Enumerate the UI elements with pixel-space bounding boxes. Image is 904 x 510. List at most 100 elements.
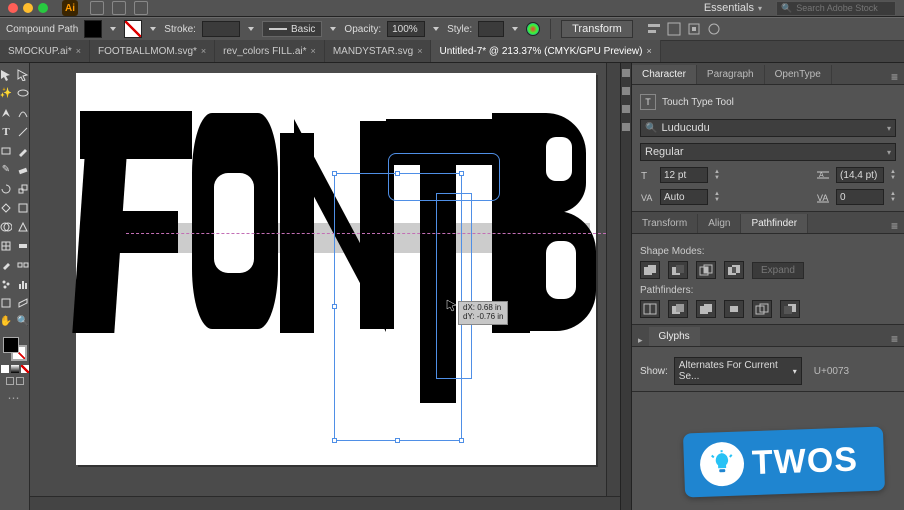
gradient-tool[interactable] [17, 239, 30, 252]
direct-selection-tool[interactable] [17, 68, 30, 81]
bridge-icon[interactable] [90, 1, 104, 15]
rotate-tool[interactable] [0, 182, 13, 195]
symbol-sprayer-tool[interactable] [0, 277, 13, 290]
exclude-button[interactable] [724, 261, 744, 279]
minus-back-button[interactable] [780, 300, 800, 318]
stock-search-input[interactable] [796, 3, 891, 13]
workspace-switcher[interactable]: Essentials ▾ [704, 2, 762, 14]
resize-handle[interactable] [459, 438, 464, 443]
screen-mode-normal[interactable] [6, 377, 14, 385]
stroke-dropdown[interactable] [148, 20, 158, 38]
stroke-weight-field[interactable] [202, 21, 240, 37]
slice-tool[interactable] [17, 296, 30, 309]
arrange-icon[interactable] [134, 1, 148, 15]
eyedropper-tool[interactable] [0, 258, 13, 271]
eraser-tool[interactable] [17, 163, 30, 176]
tab-paragraph[interactable]: Paragraph [697, 65, 765, 84]
color-mode-none[interactable] [21, 365, 29, 373]
rectangle-tool[interactable] [0, 144, 13, 157]
divide-button[interactable] [640, 300, 660, 318]
selection-bounding-box[interactable] [334, 173, 462, 441]
isolate-mode-icon[interactable] [667, 22, 681, 36]
font-size-stepper[interactable]: ▲▼ [714, 169, 720, 181]
close-icon[interactable]: × [201, 46, 206, 56]
graphic-style-dropdown[interactable] [510, 20, 520, 38]
pen-tool[interactable] [0, 106, 13, 119]
kerning-field[interactable] [660, 189, 708, 205]
unite-button[interactable] [640, 261, 660, 279]
horizontal-scrollbar[interactable] [30, 496, 620, 510]
close-icon[interactable]: × [646, 46, 651, 56]
minus-front-button[interactable] [668, 261, 688, 279]
font-family-dropdown[interactable]: 🔍 Luducudu ▾ [640, 119, 896, 137]
fill-color-swatch[interactable] [3, 337, 19, 353]
transform-panel-button[interactable]: Transform [561, 20, 633, 38]
tracking-stepper[interactable]: ▲▼ [890, 191, 896, 203]
shape-builder-tool[interactable] [0, 220, 13, 233]
resize-handle[interactable] [332, 171, 337, 176]
lasso-tool[interactable] [17, 87, 30, 100]
collapsed-panel-dock[interactable] [620, 63, 632, 510]
fill-stroke-indicator[interactable] [3, 337, 27, 361]
paintbrush-tool[interactable] [17, 144, 30, 157]
zoom-tool[interactable]: 🔍 [17, 315, 30, 328]
tab-footballmom[interactable]: FOOTBALLMOM.svg*× [90, 40, 215, 62]
hand-tool[interactable]: ✋ [0, 315, 13, 328]
resize-handle[interactable] [395, 438, 400, 443]
brush-dropdown[interactable] [328, 20, 338, 38]
panel-menu-icon[interactable]: ≡ [885, 332, 904, 346]
screen-mode-row[interactable] [6, 377, 24, 385]
selection-tool[interactable] [0, 68, 13, 81]
tracking-field[interactable] [836, 189, 884, 205]
edit-toolbar-icon[interactable]: ⋯ [8, 391, 22, 405]
edit-contents-icon[interactable] [687, 22, 701, 36]
window-controls[interactable] [8, 3, 48, 13]
intersect-button[interactable] [696, 261, 716, 279]
resize-handle[interactable] [332, 438, 337, 443]
panel-menu-icon[interactable]: ≡ [885, 219, 904, 233]
tab-opentype[interactable]: OpenType [765, 65, 832, 84]
dock-icon[interactable] [622, 105, 630, 113]
tab-transform[interactable]: Transform [632, 214, 698, 233]
bridge-shortcuts[interactable] [90, 1, 148, 15]
outline-button[interactable] [752, 300, 772, 318]
brush-definition[interactable]: Basic [262, 21, 322, 37]
dock-icon[interactable] [622, 87, 630, 95]
opacity-input[interactable] [392, 24, 420, 35]
color-mode-solid[interactable] [1, 365, 9, 373]
tab-character[interactable]: Character [632, 65, 697, 84]
close-icon[interactable]: × [76, 46, 81, 56]
close-window-icon[interactable] [8, 3, 18, 13]
free-transform-tool[interactable] [17, 201, 30, 214]
crop-button[interactable] [724, 300, 744, 318]
tab-pathfinder[interactable]: Pathfinder [741, 214, 808, 233]
dock-icon[interactable] [622, 123, 630, 131]
magic-wand-tool[interactable]: ✨ [0, 87, 13, 100]
dock-icon[interactable] [622, 69, 630, 77]
opacity-field[interactable] [387, 21, 425, 37]
stroke-swatch[interactable] [124, 20, 142, 38]
tab-glyphs[interactable]: Glyphs [649, 327, 700, 346]
close-icon[interactable]: × [311, 46, 316, 56]
perspective-tool[interactable] [17, 220, 30, 233]
font-size-field[interactable] [660, 167, 708, 183]
glyphs-show-dropdown[interactable]: Alternates For Current Se... ▾ [674, 357, 802, 385]
trim-button[interactable] [668, 300, 688, 318]
curvature-tool[interactable] [17, 106, 30, 119]
color-mode-gradient[interactable] [11, 365, 19, 373]
mesh-tool[interactable] [0, 239, 13, 252]
opacity-dropdown[interactable] [431, 20, 441, 38]
align-icon[interactable] [647, 22, 661, 36]
collapse-icon[interactable]: ▸ [632, 335, 649, 346]
panel-menu-icon[interactable]: ≡ [885, 70, 904, 84]
minimize-window-icon[interactable] [23, 3, 33, 13]
graphic-style-swatch[interactable] [478, 21, 504, 37]
scale-tool[interactable] [17, 182, 30, 195]
close-icon[interactable]: × [417, 46, 422, 56]
color-mode-row[interactable] [1, 365, 29, 373]
stroke-weight-dropdown[interactable] [246, 20, 256, 38]
stroke-weight-input[interactable] [207, 24, 235, 35]
blend-tool[interactable] [17, 258, 30, 271]
fill-swatch[interactable] [84, 20, 102, 38]
tab-align[interactable]: Align [698, 214, 741, 233]
